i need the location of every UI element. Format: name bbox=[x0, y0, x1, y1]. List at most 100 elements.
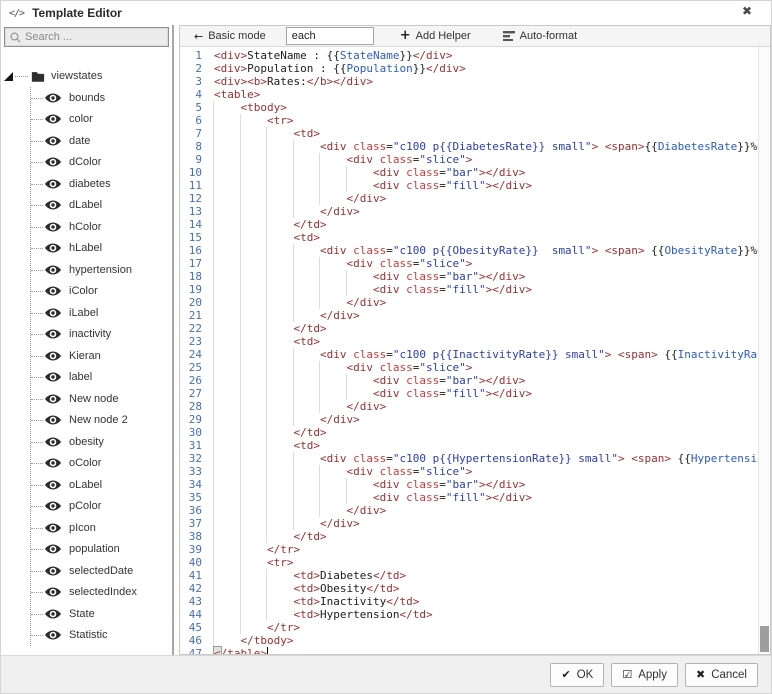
tree-item[interactable]: population bbox=[31, 539, 172, 561]
basic-mode-button[interactable]: ← Basic mode bbox=[188, 30, 272, 43]
eye-icon[interactable] bbox=[45, 609, 61, 619]
tree-item[interactable]: bounds bbox=[31, 87, 172, 109]
tree-item[interactable]: obesity bbox=[31, 431, 172, 453]
code-line[interactable]: 8 <div class="c100 p{{DiabetesRate}} sma… bbox=[180, 140, 770, 153]
code-line[interactable]: 27 <div class="fill"></div> bbox=[180, 387, 770, 400]
eye-icon[interactable] bbox=[45, 480, 61, 490]
scrollbar-track[interactable] bbox=[758, 47, 770, 654]
tree-item[interactable]: dLabel bbox=[31, 195, 172, 217]
code-line[interactable]: 7 <td> bbox=[180, 127, 770, 140]
helper-input[interactable] bbox=[286, 27, 374, 45]
code-line[interactable]: 13 </div> bbox=[180, 205, 770, 218]
code-line[interactable]: 45 </tr> bbox=[180, 621, 770, 634]
eye-icon[interactable] bbox=[45, 308, 61, 318]
tree-item[interactable]: Kieran bbox=[31, 345, 172, 367]
tree-item[interactable]: dColor bbox=[31, 152, 172, 174]
tree-item[interactable]: State bbox=[31, 603, 172, 625]
code-line[interactable]: 37 </div> bbox=[180, 517, 770, 530]
code-line[interactable]: 25 <div class="slice"> bbox=[180, 361, 770, 374]
code-line[interactable]: 42 <td>Obesity</td> bbox=[180, 582, 770, 595]
tree-item[interactable]: diabetes bbox=[31, 173, 172, 195]
code-line[interactable]: 15 <td> bbox=[180, 231, 770, 244]
eye-icon[interactable] bbox=[45, 136, 61, 146]
code-line[interactable]: 11 <div class="fill"></div> bbox=[180, 179, 770, 192]
tree-item[interactable]: pIcon bbox=[31, 517, 172, 539]
eye-icon[interactable] bbox=[45, 222, 61, 232]
eye-icon[interactable] bbox=[45, 200, 61, 210]
tree-item[interactable]: Statistic bbox=[31, 625, 172, 647]
code-line[interactable]: 40 <tr> bbox=[180, 556, 770, 569]
tree-item[interactable]: oColor bbox=[31, 453, 172, 475]
code-line[interactable]: 19 <div class="fill"></div> bbox=[180, 283, 770, 296]
eye-icon[interactable] bbox=[45, 544, 61, 554]
tree-item[interactable]: iLabel bbox=[31, 302, 172, 324]
code-line[interactable]: 21 </div> bbox=[180, 309, 770, 322]
add-helper-button[interactable]: + Add Helper bbox=[394, 30, 477, 42]
eye-icon[interactable] bbox=[45, 630, 61, 640]
code-line[interactable]: 23 <td> bbox=[180, 335, 770, 348]
tree-item[interactable]: hLabel bbox=[31, 238, 172, 260]
auto-format-button[interactable]: Auto-format bbox=[497, 30, 583, 42]
eye-icon[interactable] bbox=[45, 351, 61, 361]
code-editor[interactable]: 1<div>StateName : {{StateName}}</div>2<d… bbox=[180, 47, 770, 654]
eye-icon[interactable] bbox=[45, 265, 61, 275]
code-line[interactable]: 28 </div> bbox=[180, 400, 770, 413]
code-line[interactable]: 4<table> bbox=[180, 88, 770, 101]
tree-item[interactable]: New node bbox=[31, 388, 172, 410]
tree-item[interactable]: oLabel bbox=[31, 474, 172, 496]
code-line[interactable]: 5 <tbody> bbox=[180, 101, 770, 114]
code-line[interactable]: 17 <div class="slice"> bbox=[180, 257, 770, 270]
eye-icon[interactable] bbox=[45, 566, 61, 576]
eye-icon[interactable] bbox=[45, 329, 61, 339]
eye-icon[interactable] bbox=[45, 458, 61, 468]
eye-icon[interactable] bbox=[45, 243, 61, 253]
code-line[interactable]: 31 <td> bbox=[180, 439, 770, 452]
splitter[interactable] bbox=[172, 25, 174, 655]
eye-icon[interactable] bbox=[45, 415, 61, 425]
code-line[interactable]: 20 </div> bbox=[180, 296, 770, 309]
tree-item[interactable]: date bbox=[31, 130, 172, 152]
expander-icon[interactable] bbox=[4, 72, 13, 81]
tree-item[interactable]: color bbox=[31, 109, 172, 131]
code-line[interactable]: 47</table> bbox=[180, 647, 770, 654]
code-line[interactable]: 43 <td>Inactivity</td> bbox=[180, 595, 770, 608]
tree-item[interactable]: selectedIndex bbox=[31, 582, 172, 604]
code-line[interactable]: 1<div>StateName : {{StateName}}</div> bbox=[180, 49, 770, 62]
code-line[interactable]: 16 <div class="c100 p{{ObesityRate}} sma… bbox=[180, 244, 770, 257]
code-line[interactable]: 18 <div class="bar"></div> bbox=[180, 270, 770, 283]
code-line[interactable]: 12 </div> bbox=[180, 192, 770, 205]
tree-item[interactable]: pColor bbox=[31, 496, 172, 518]
code-line[interactable]: 41 <td>Diabetes</td> bbox=[180, 569, 770, 582]
tree-item[interactable]: hypertension bbox=[31, 259, 172, 281]
code-line[interactable]: 36 </div> bbox=[180, 504, 770, 517]
code-line[interactable]: 44 <td>Hypertension</td> bbox=[180, 608, 770, 621]
eye-icon[interactable] bbox=[45, 286, 61, 296]
eye-icon[interactable] bbox=[45, 157, 61, 167]
code-line[interactable]: 29 </div> bbox=[180, 413, 770, 426]
code-line[interactable]: 22 </td> bbox=[180, 322, 770, 335]
tree-item[interactable]: New node 2 bbox=[31, 410, 172, 432]
cancel-button[interactable]: ✖ Cancel bbox=[685, 663, 758, 687]
tree-item[interactable]: label bbox=[31, 367, 172, 389]
code-line[interactable]: 2<div>Population : {{Population}}</div> bbox=[180, 62, 770, 75]
tree-root[interactable]: viewstates bbox=[1, 65, 172, 87]
eye-icon[interactable] bbox=[45, 114, 61, 124]
code-line[interactable]: 26 <div class="bar"></div> bbox=[180, 374, 770, 387]
code-line[interactable]: 39 </tr> bbox=[180, 543, 770, 556]
eye-icon[interactable] bbox=[45, 394, 61, 404]
eye-icon[interactable] bbox=[45, 501, 61, 511]
tree-item[interactable]: inactivity bbox=[31, 324, 172, 346]
ok-button[interactable]: ✔ OK bbox=[550, 663, 604, 687]
code-line[interactable]: 38 </td> bbox=[180, 530, 770, 543]
code-line[interactable]: 10 <div class="bar"></div> bbox=[180, 166, 770, 179]
eye-icon[interactable] bbox=[45, 93, 61, 103]
search-input[interactable] bbox=[21, 31, 168, 43]
code-line[interactable]: 24 <div class="c100 p{{InactivityRate}} … bbox=[180, 348, 770, 361]
code-line[interactable]: 6 <tr> bbox=[180, 114, 770, 127]
eye-icon[interactable] bbox=[45, 372, 61, 382]
tree-item[interactable]: selectedDate bbox=[31, 560, 172, 582]
code-line[interactable]: 35 <div class="fill"></div> bbox=[180, 491, 770, 504]
code-line[interactable]: 30 </td> bbox=[180, 426, 770, 439]
tree-item[interactable]: hColor bbox=[31, 216, 172, 238]
code-line[interactable]: 33 <div class="slice"> bbox=[180, 465, 770, 478]
